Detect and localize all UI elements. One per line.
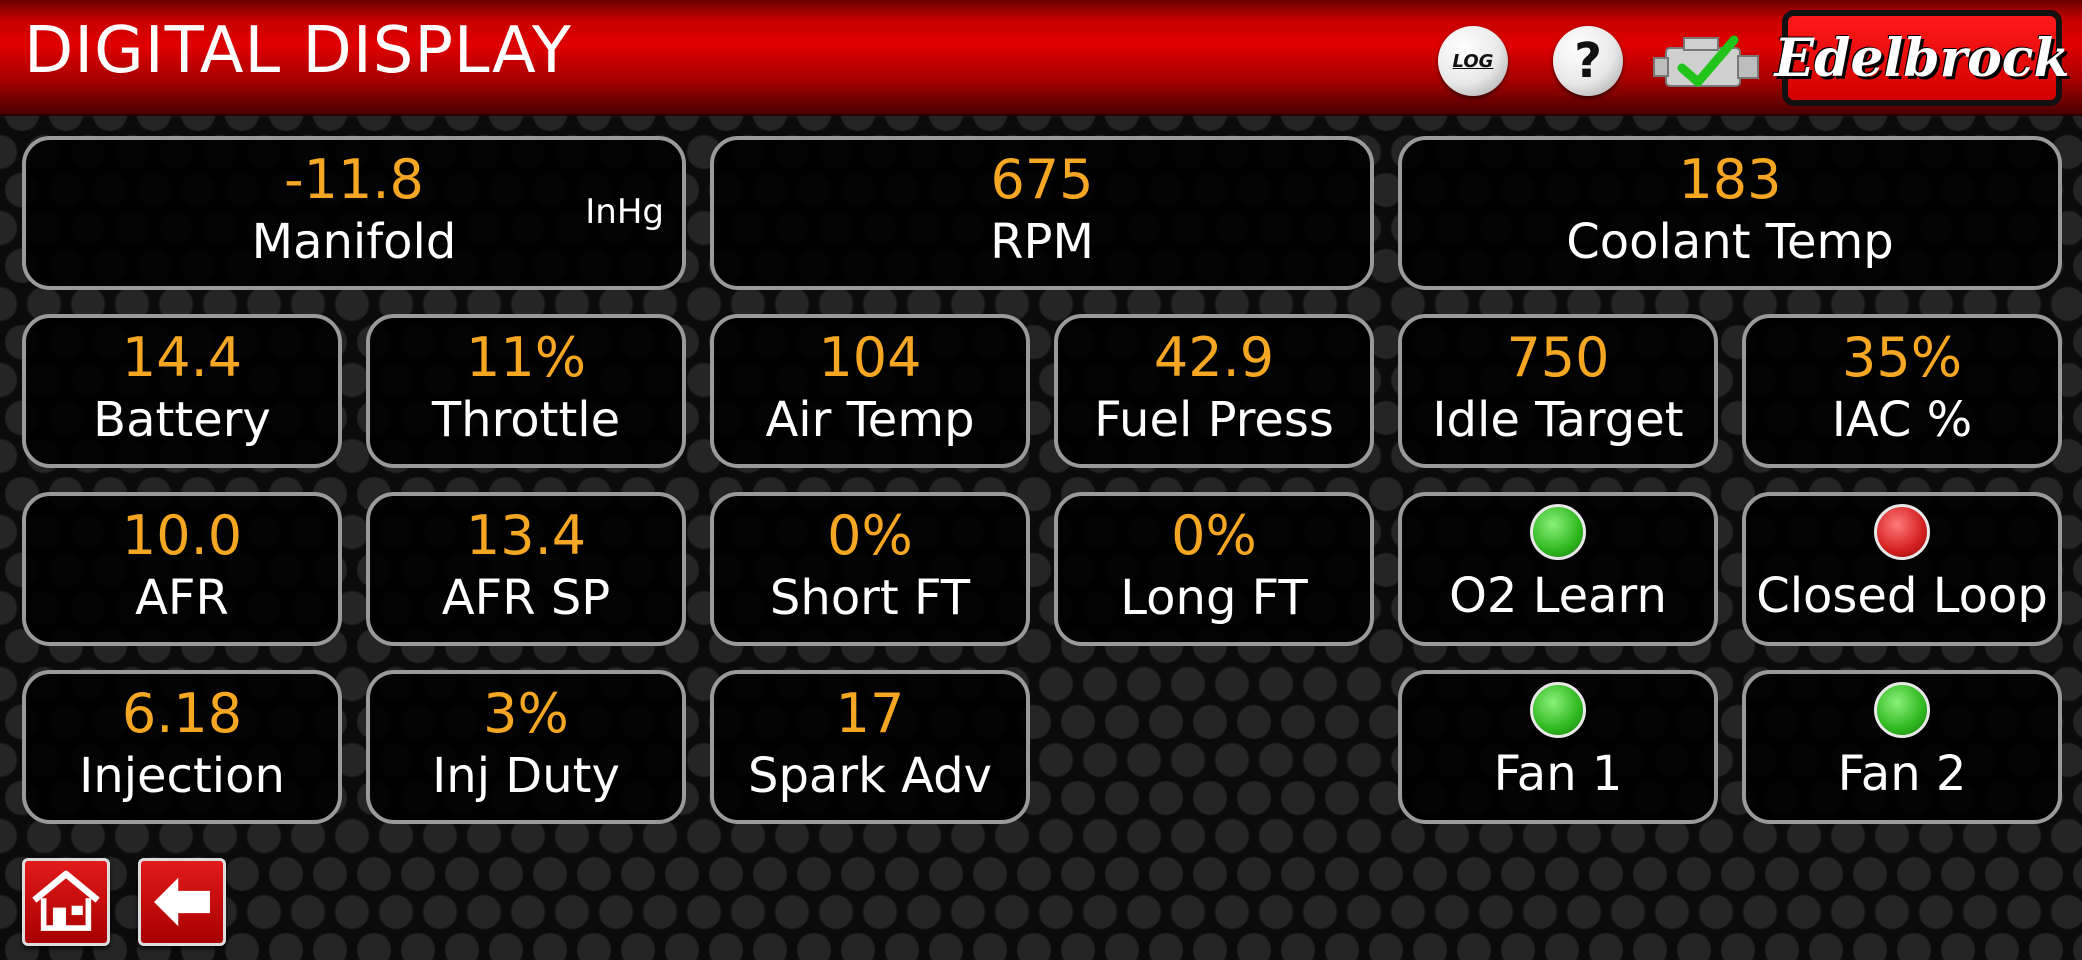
manifold-unit: InHg: [585, 192, 664, 232]
iac-label: IAC %: [1831, 392, 1973, 448]
rpm-value: 675: [990, 148, 1094, 211]
log-button[interactable]: LOG: [1438, 26, 1508, 96]
home-icon: [32, 870, 100, 931]
injection-value: 6.18: [121, 682, 243, 745]
help-icon: ?: [1574, 33, 1602, 89]
air-temp-value: 104: [818, 326, 922, 389]
log-button-label: LOG: [1452, 50, 1494, 72]
afr-value: 10.0: [121, 504, 243, 567]
fuel-press-label: Fuel Press: [1094, 392, 1334, 448]
closed-loop-indicator[interactable]: Closed Loop: [1742, 492, 2062, 646]
closed-loop-label: Closed Loop: [1756, 568, 2048, 624]
brand-name: Edelbrock: [1774, 27, 2070, 89]
air-temp-gauge[interactable]: 104 Air Temp: [710, 314, 1030, 468]
closed-loop-status-light: [1874, 504, 1930, 560]
edelbrock-logo: Edelbrock: [1775, 10, 2069, 106]
idle-target-value: 750: [1506, 326, 1610, 389]
battery-gauge[interactable]: 14.4 Battery: [22, 314, 342, 468]
spark-adv-label: Spark Adv: [747, 748, 992, 804]
idle-target-label: Idle Target: [1432, 392, 1684, 448]
battery-label: Battery: [93, 392, 271, 448]
fan2-status-light: [1874, 682, 1930, 738]
inj-duty-label: Inj Duty: [432, 748, 620, 804]
throttle-label: Throttle: [431, 392, 621, 448]
afr-label: AFR: [135, 570, 229, 626]
battery-value: 14.4: [121, 326, 243, 389]
inj-duty-value: 3%: [483, 682, 569, 745]
back-button[interactable]: [138, 858, 226, 946]
spark-adv-gauge[interactable]: 17 Spark Adv: [710, 670, 1030, 824]
engine-check-icon[interactable]: [1652, 28, 1762, 98]
air-temp-label: Air Temp: [765, 392, 975, 448]
fan2-label: Fan 2: [1837, 746, 1967, 802]
rpm-gauge[interactable]: 675 RPM: [710, 136, 1374, 290]
injection-gauge[interactable]: 6.18 Injection: [22, 670, 342, 824]
afr-sp-gauge[interactable]: 13.4 AFR SP: [366, 492, 686, 646]
injection-label: Injection: [79, 748, 285, 804]
fan2-indicator[interactable]: Fan 2: [1742, 670, 2062, 824]
fan1-label: Fan 1: [1493, 746, 1623, 802]
app-header: DIGITAL DISPLAY LOG ? Edelbrock: [0, 0, 2082, 116]
throttle-value: 11%: [465, 326, 587, 389]
short-ft-gauge[interactable]: 0% Short FT: [710, 492, 1030, 646]
help-button[interactable]: ?: [1553, 26, 1623, 96]
manifold-value: -11.8: [284, 148, 424, 211]
inj-duty-gauge[interactable]: 3% Inj Duty: [366, 670, 686, 824]
afr-gauge[interactable]: 10.0 AFR: [22, 492, 342, 646]
fan1-status-light: [1530, 682, 1586, 738]
o2-learn-label: O2 Learn: [1449, 568, 1667, 624]
long-ft-gauge[interactable]: 0% Long FT: [1054, 492, 1374, 646]
manifold-gauge[interactable]: -11.8 Manifold InHg: [22, 136, 686, 290]
fan1-indicator[interactable]: Fan 1: [1398, 670, 1718, 824]
coolant-temp-value: 183: [1678, 148, 1782, 211]
iac-gauge[interactable]: 35% IAC %: [1742, 314, 2062, 468]
throttle-gauge[interactable]: 11% Throttle: [366, 314, 686, 468]
rpm-label: RPM: [990, 214, 1094, 270]
long-ft-value: 0%: [1171, 504, 1257, 567]
afr-sp-value: 13.4: [465, 504, 587, 567]
afr-sp-label: AFR SP: [441, 570, 611, 626]
home-button[interactable]: [22, 858, 110, 946]
short-ft-value: 0%: [827, 504, 913, 567]
coolant-temp-label: Coolant Temp: [1566, 214, 1894, 270]
short-ft-label: Short FT: [769, 570, 971, 626]
coolant-temp-gauge[interactable]: 183 Coolant Temp: [1398, 136, 2062, 290]
long-ft-label: Long FT: [1120, 570, 1308, 626]
o2-learn-status-light: [1530, 504, 1586, 560]
iac-value: 35%: [1841, 326, 1963, 389]
manifold-label: Manifold: [251, 214, 457, 270]
page-title: DIGITAL DISPLAY: [24, 14, 572, 88]
spark-adv-value: 17: [835, 682, 905, 745]
arrow-left-icon: [154, 877, 210, 927]
o2-learn-indicator[interactable]: O2 Learn: [1398, 492, 1718, 646]
fuel-press-gauge[interactable]: 42.9 Fuel Press: [1054, 314, 1374, 468]
fuel-press-value: 42.9: [1153, 326, 1275, 389]
idle-target-gauge[interactable]: 750 Idle Target: [1398, 314, 1718, 468]
